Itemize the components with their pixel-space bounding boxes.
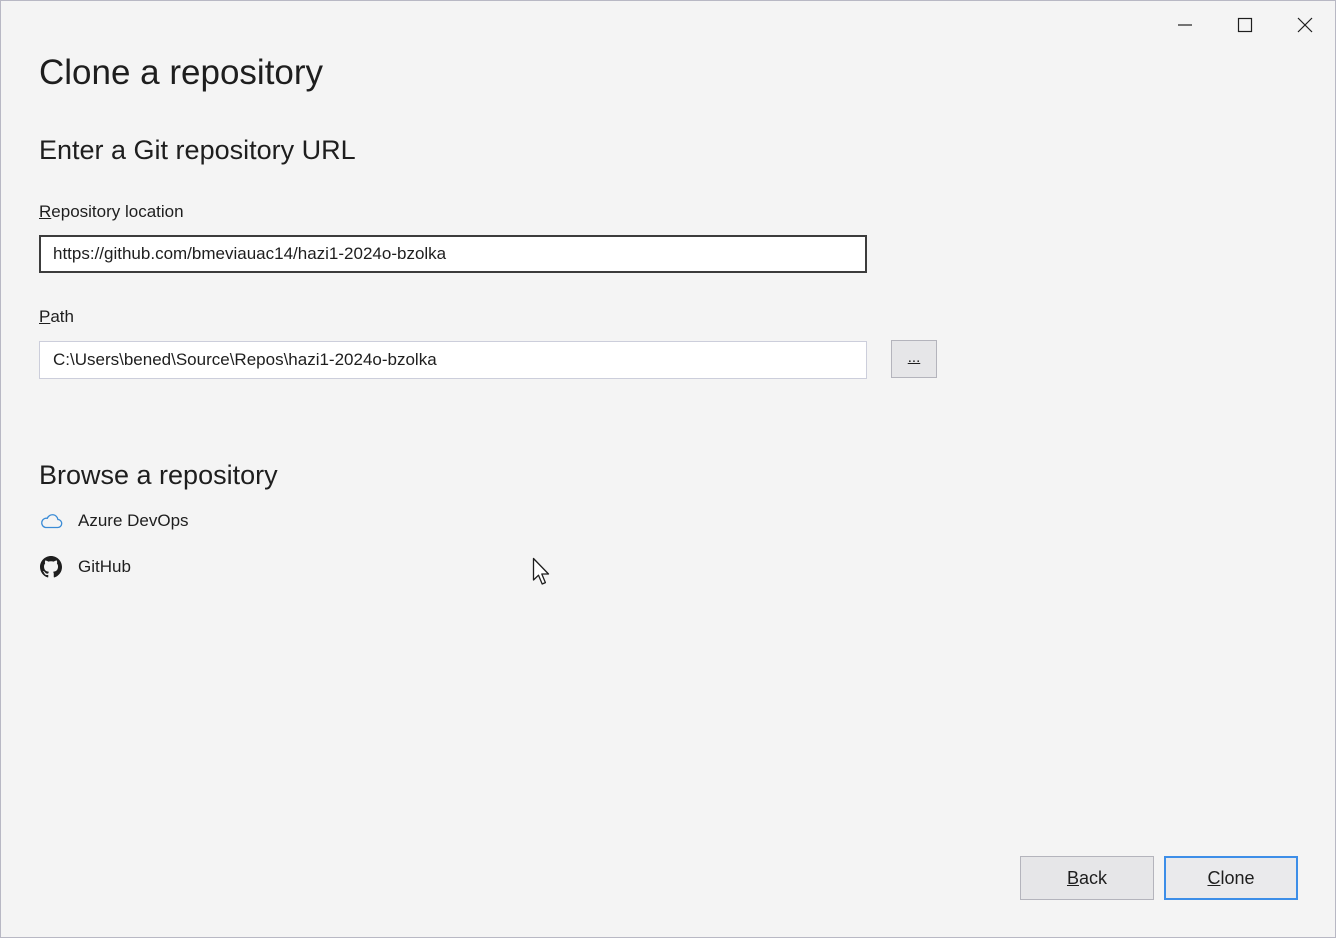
path-input[interactable] [39,341,867,379]
maximize-button[interactable] [1215,1,1275,49]
azure-devops-label: Azure DevOps [78,511,189,530]
clone-label: lone [1220,867,1255,888]
minimize-button[interactable] [1155,1,1215,49]
maximize-icon [1237,17,1253,33]
clone-repository-dialog: Clone a repository Enter a Git repositor… [0,0,1336,938]
minimize-icon [1178,24,1192,26]
github-icon [39,555,63,579]
window-controls [1155,1,1335,49]
browse-path-button[interactable]: ... [891,340,937,378]
close-button[interactable] [1275,1,1335,49]
cloud-icon [39,509,63,533]
github-label: GitHub [78,557,131,576]
back-label: ack [1079,867,1108,888]
clone-url-heading: Enter a Git repository URL [39,135,356,165]
clone-access-key: C [1207,867,1221,888]
repository-location-input[interactable] [39,235,867,273]
browse-heading: Browse a repository [39,460,278,490]
path-label-text: ath [50,307,74,326]
close-icon [1297,17,1313,33]
back-button[interactable]: Back [1020,856,1154,900]
page-title: Clone a repository [39,53,324,92]
repository-location-label-text: epository location [51,202,184,221]
repository-location-label: Repository location [39,202,184,222]
mouse-cursor-icon [532,557,550,585]
path-label: Path [39,307,74,327]
clone-button[interactable]: Clone [1164,856,1298,900]
back-access-key: B [1066,867,1079,888]
repository-location-access-key: R [39,202,52,221]
path-access-key: P [39,307,51,326]
azure-devops-link[interactable]: Azure DevOps [39,507,189,535]
github-link[interactable]: GitHub [39,553,131,581]
